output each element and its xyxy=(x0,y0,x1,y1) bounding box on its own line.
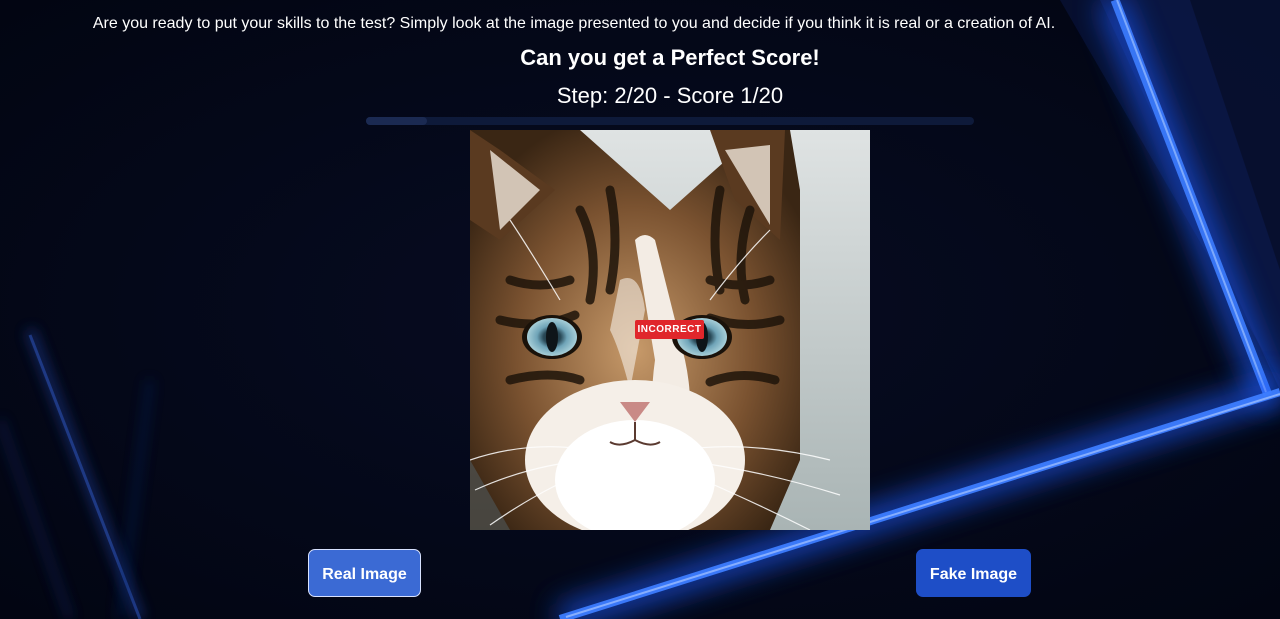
page-title: Can you get a Perfect Score! xyxy=(520,45,820,70)
quiz-page: Are you ready to put your skills to the … xyxy=(0,0,1280,619)
progress-bar-fill xyxy=(366,117,427,125)
fake-image-button[interactable]: Fake Image xyxy=(916,549,1031,597)
progress-bar xyxy=(366,117,974,125)
step-score-status: Step: 2/20 - Score 1/20 xyxy=(556,83,784,108)
real-image-button[interactable]: Real Image xyxy=(308,549,421,597)
intro-text: Are you ready to put your skills to the … xyxy=(92,15,1056,32)
result-badge: INCORRECT xyxy=(635,320,704,339)
